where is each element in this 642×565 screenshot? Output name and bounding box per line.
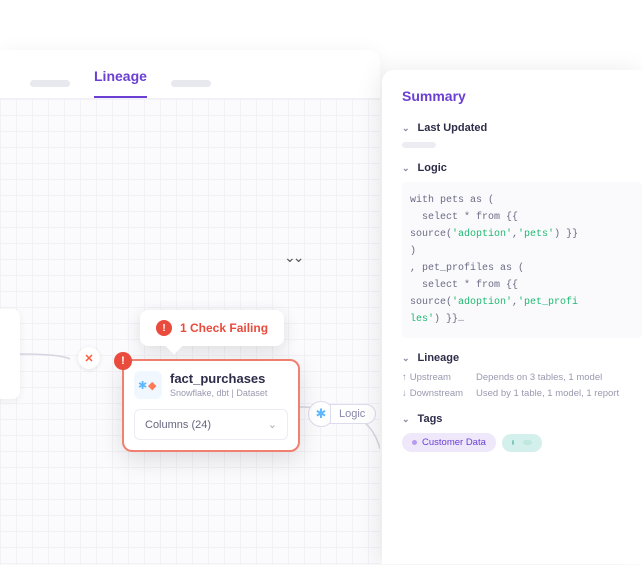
node-alert-badge[interactable]: ! bbox=[114, 352, 132, 370]
columns-expand-row[interactable]: Columns (24) ⌄ bbox=[134, 409, 288, 440]
lineage-main-panel: Lineage ✕ ⌄⌄ ! 1 Check Failing ! ✱◆ fact… bbox=[0, 50, 380, 564]
tag-chips: Customer Data bbox=[402, 433, 622, 452]
dataset-node-card[interactable]: ✱◆ fact_purchases Snowflake, dbt | Datas… bbox=[122, 359, 300, 452]
check-failing-tooltip[interactable]: ! 1 Check Failing bbox=[140, 310, 284, 346]
chevron-down-icon: ⌄ bbox=[402, 163, 410, 174]
lineage-upstream-row[interactable]: ↑Upstream Depends on 3 tables, 1 model bbox=[402, 372, 622, 383]
check-failing-text: 1 Check Failing bbox=[180, 321, 268, 335]
columns-label: Columns (24) bbox=[145, 419, 211, 431]
placeholder-value bbox=[402, 142, 436, 148]
summary-side-panel: Summary ⌄ Last Updated ⌄ Logic with pets… bbox=[382, 70, 642, 564]
node-subtitle: Snowflake, dbt | Dataset bbox=[170, 388, 267, 398]
upstream-node-stub[interactable] bbox=[0, 309, 20, 399]
close-icon[interactable]: ✕ bbox=[78, 347, 100, 369]
svg-text:◆: ◆ bbox=[148, 380, 157, 392]
panel-title: Summary bbox=[402, 88, 622, 104]
tab-placeholder[interactable] bbox=[30, 80, 70, 87]
chevron-down-icon: ⌄ bbox=[402, 353, 410, 364]
lineage-canvas[interactable]: ✕ ⌄⌄ ! 1 Check Failing ! ✱◆ fact_purchas… bbox=[0, 99, 380, 565]
logic-node-badge[interactable]: ✱ Logic bbox=[308, 401, 376, 427]
node-title: fact_purchases bbox=[170, 371, 267, 386]
section-lineage: ⌄ Lineage ↑Upstream Depends on 3 tables,… bbox=[402, 352, 622, 399]
node-header: ✱◆ fact_purchases Snowflake, dbt | Datas… bbox=[134, 371, 288, 399]
snowflake-dbt-icon: ✱◆ bbox=[134, 371, 162, 399]
tab-bar: Lineage bbox=[0, 50, 380, 99]
arrow-down-icon: ↓ bbox=[402, 388, 407, 399]
arrow-up-icon: ↑ bbox=[402, 372, 407, 383]
section-logic: ⌄ Logic with pets as ( select * from {{ … bbox=[402, 162, 622, 338]
logic-badge-label: Logic bbox=[330, 404, 376, 424]
chevron-down-icon: ⌄ bbox=[402, 414, 410, 425]
tag-chip-placeholder[interactable] bbox=[502, 434, 542, 452]
chevron-down-icon: ⌄ bbox=[268, 418, 277, 431]
svg-text:✱: ✱ bbox=[138, 380, 147, 392]
lineage-downstream-row[interactable]: ↓Downstream Used by 1 table, 1 model, 1 … bbox=[402, 388, 622, 399]
section-tags: ⌄ Tags Customer Data bbox=[402, 413, 622, 452]
chevron-down-icon: ⌄ bbox=[402, 123, 410, 134]
tab-placeholder[interactable] bbox=[171, 80, 211, 87]
section-header-lineage[interactable]: ⌄ Lineage bbox=[402, 352, 622, 364]
section-header-logic[interactable]: ⌄ Logic bbox=[402, 162, 622, 174]
section-header-last-updated[interactable]: ⌄ Last Updated bbox=[402, 122, 622, 134]
alert-icon: ! bbox=[156, 320, 172, 336]
sql-logic-code[interactable]: with pets as ( select * from {{ source('… bbox=[402, 182, 642, 338]
section-last-updated: ⌄ Last Updated bbox=[402, 122, 622, 148]
section-header-tags[interactable]: ⌄ Tags bbox=[402, 413, 622, 425]
tab-lineage[interactable]: Lineage bbox=[94, 68, 147, 98]
collapse-chevrons-icon[interactable]: ⌄⌄ bbox=[284, 249, 301, 266]
tag-chip-customer-data[interactable]: Customer Data bbox=[402, 433, 496, 452]
